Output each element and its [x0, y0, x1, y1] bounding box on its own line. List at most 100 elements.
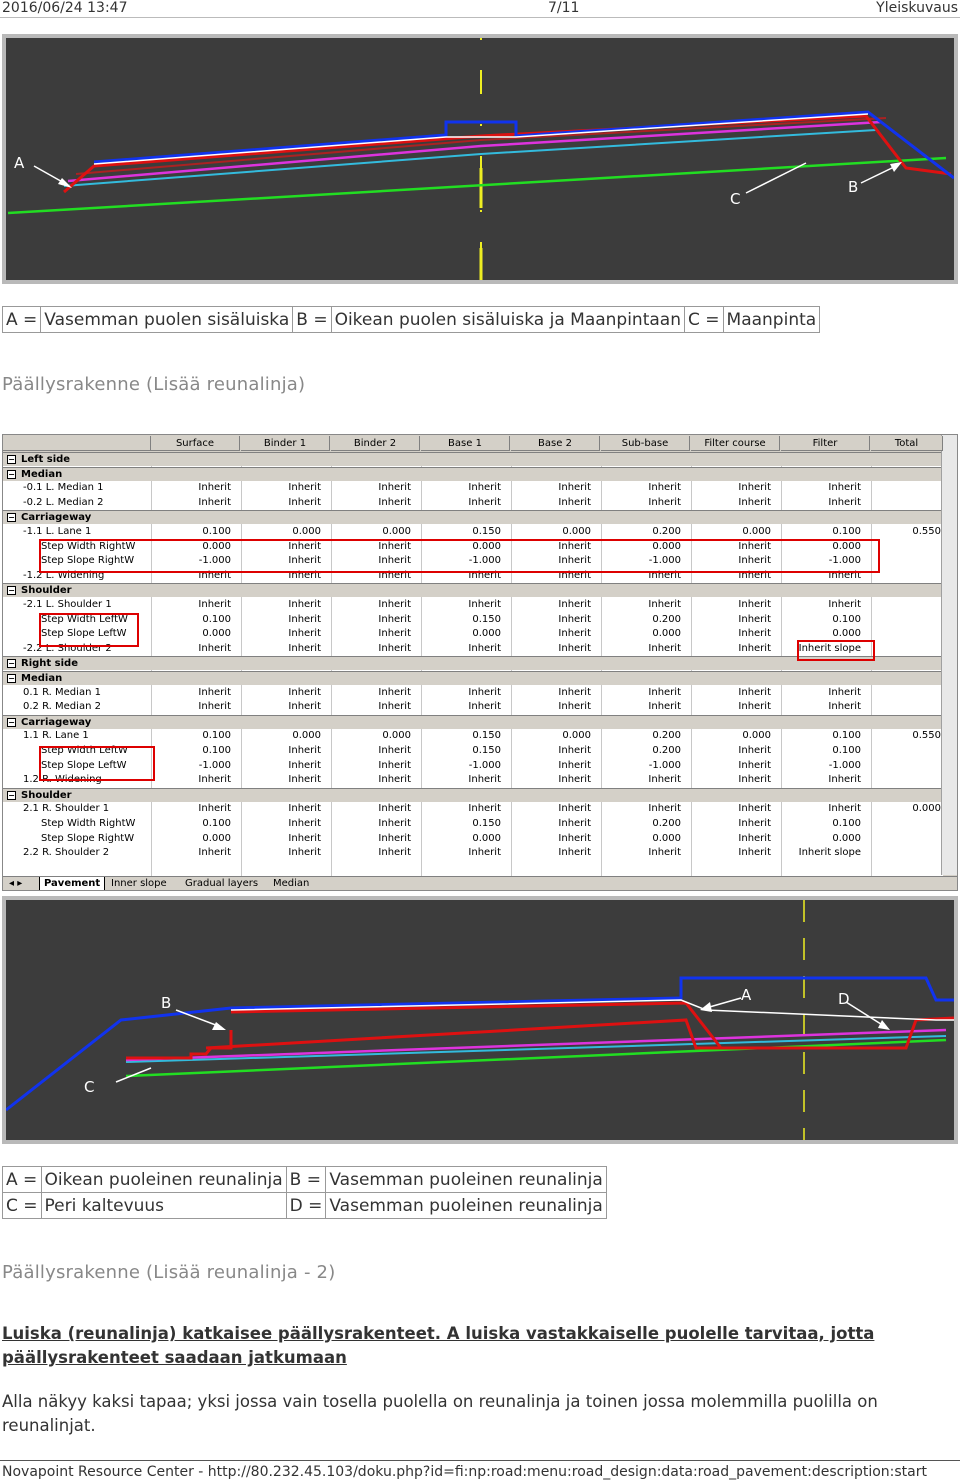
grid-cell[interactable]: Inherit: [513, 759, 591, 773]
grid-cell[interactable]: Inherit: [603, 700, 681, 714]
grid-cell[interactable]: 0.000: [243, 729, 321, 743]
grid-cell[interactable]: Inherit: [513, 496, 591, 510]
grid-cell[interactable]: 0.000: [783, 627, 861, 641]
collapse-toggle-icon[interactable]: −: [7, 455, 16, 464]
grid-cell[interactable]: 0.100: [153, 525, 231, 539]
grid-cell[interactable]: Inherit: [423, 598, 501, 612]
grid-cell[interactable]: Inherit: [513, 642, 591, 656]
grid-cell[interactable]: Inherit: [513, 744, 591, 758]
grid-data-row[interactable]: -0.2 L. Median 2 Inherit Inherit Inherit Inh…: [3, 496, 943, 510]
grid-data-row[interactable]: Step Slope RightW 0.000 Inherit Inherit 0.00…: [3, 832, 943, 846]
grid-cell[interactable]: Inherit: [513, 700, 591, 714]
grid-cell[interactable]: Inherit: [243, 759, 321, 773]
collapse-toggle-icon[interactable]: −: [7, 586, 16, 595]
grid-cell[interactable]: -1.000: [603, 759, 681, 773]
grid-column-header[interactable]: Base 2: [511, 436, 600, 451]
grid-data-row[interactable]: Step Width RightW 0.100 Inherit Inherit 0.15…: [3, 817, 943, 831]
grid-cell[interactable]: 0.100: [783, 613, 861, 627]
grid-cell[interactable]: Inherit: [243, 817, 321, 831]
grid-cell[interactable]: Inherit: [153, 481, 231, 495]
grid-group-row[interactable]: − Carriageway: [3, 510, 943, 524]
grid-cell[interactable]: Inherit: [243, 700, 321, 714]
grid-cell[interactable]: Inherit: [333, 613, 411, 627]
grid-cell[interactable]: Inherit: [693, 686, 771, 700]
grid-data-row[interactable]: 0.2 R. Median 2 Inherit Inherit Inherit Inhe…: [3, 700, 943, 714]
grid-cell[interactable]: Inherit: [693, 481, 771, 495]
grid-cell[interactable]: 0.000: [873, 802, 941, 816]
grid-cell[interactable]: Inherit: [423, 846, 501, 860]
grid-cell[interactable]: 0.150: [423, 525, 501, 539]
grid-cell[interactable]: Inherit: [693, 773, 771, 787]
grid-cell[interactable]: Inherit: [513, 686, 591, 700]
tab-inner-slope[interactable]: Inner slope: [107, 877, 171, 890]
grid-cell[interactable]: 0.000: [513, 729, 591, 743]
grid-cell[interactable]: Inherit: [603, 598, 681, 612]
grid-data-row[interactable]: -1.1 L. Lane 1 0.100 0.000 0.000 0.150 0.000 0…: [3, 525, 943, 539]
grid-cell[interactable]: 0.100: [783, 729, 861, 743]
grid-cell[interactable]: 0.000: [693, 729, 771, 743]
grid-column-header[interactable]: Filter: [781, 436, 870, 451]
grid-cell[interactable]: Inherit: [513, 817, 591, 831]
grid-cell[interactable]: Inherit: [423, 481, 501, 495]
grid-cell[interactable]: Inherit: [243, 846, 321, 860]
grid-cell[interactable]: Inherit: [693, 802, 771, 816]
grid-cell[interactable]: 0.200: [603, 744, 681, 758]
grid-cell[interactable]: Inherit: [603, 686, 681, 700]
grid-cell[interactable]: Inherit: [243, 802, 321, 816]
grid-cell[interactable]: 0.200: [603, 817, 681, 831]
grid-column-header[interactable]: Binder 2: [331, 436, 420, 451]
grid-data-row[interactable]: 2.2 R. Shoulder 2 Inherit Inherit Inherit In…: [3, 846, 943, 860]
grid-group-row[interactable]: − Median: [3, 671, 943, 685]
grid-data-row[interactable]: 0.1 R. Median 1 Inherit Inherit Inherit Inhe…: [3, 686, 943, 700]
grid-cell[interactable]: Inherit: [333, 496, 411, 510]
grid-cell[interactable]: Inherit: [333, 642, 411, 656]
grid-group-row[interactable]: − Shoulder: [3, 788, 943, 802]
grid-cell[interactable]: Inherit: [243, 642, 321, 656]
grid-cell[interactable]: Inherit: [693, 832, 771, 846]
grid-cell[interactable]: Inherit: [333, 686, 411, 700]
grid-cell[interactable]: 0.200: [603, 525, 681, 539]
grid-data-row[interactable]: 2.1 R. Shoulder 1 Inherit Inherit Inherit In…: [3, 802, 943, 816]
grid-cell[interactable]: Inherit: [243, 613, 321, 627]
grid-cell[interactable]: Inherit: [693, 627, 771, 641]
collapse-toggle-icon[interactable]: −: [7, 718, 16, 727]
grid-cell[interactable]: Inherit: [243, 773, 321, 787]
grid-cell[interactable]: Inherit slope: [783, 846, 861, 860]
grid-cell[interactable]: 0.100: [153, 729, 231, 743]
grid-data-row[interactable]: Step Slope LeftW 0.000 Inherit Inherit 0.000…: [3, 627, 943, 641]
grid-cell[interactable]: 0.100: [783, 817, 861, 831]
grid-cell[interactable]: Inherit: [423, 496, 501, 510]
grid-cell[interactable]: Inherit: [513, 598, 591, 612]
vertical-scrollbar[interactable]: [941, 435, 957, 875]
grid-cell[interactable]: Inherit: [243, 744, 321, 758]
grid-cell[interactable]: Inherit: [603, 481, 681, 495]
grid-cell[interactable]: Inherit: [333, 481, 411, 495]
grid-cell[interactable]: Inherit: [603, 496, 681, 510]
grid-cell[interactable]: Inherit: [153, 642, 231, 656]
grid-cell[interactable]: Inherit: [783, 802, 861, 816]
grid-cell[interactable]: Inherit: [153, 846, 231, 860]
grid-cell[interactable]: 0.000: [423, 832, 501, 846]
grid-cell[interactable]: Inherit: [153, 598, 231, 612]
grid-cell[interactable]: Inherit: [693, 846, 771, 860]
grid-cell[interactable]: 0.000: [423, 627, 501, 641]
grid-cell[interactable]: Inherit: [333, 627, 411, 641]
grid-cell[interactable]: Inherit: [333, 846, 411, 860]
grid-cell[interactable]: Inherit: [333, 832, 411, 846]
grid-cell[interactable]: Inherit: [783, 686, 861, 700]
grid-cell[interactable]: Inherit: [693, 642, 771, 656]
grid-cell[interactable]: 0.100: [783, 744, 861, 758]
grid-data-row[interactable]: -0.1 L. Median 1 Inherit Inherit Inherit Inh…: [3, 481, 943, 495]
grid-cell[interactable]: 0.550: [873, 525, 941, 539]
grid-cell[interactable]: 0.150: [423, 613, 501, 627]
grid-cell[interactable]: 0.000: [333, 729, 411, 743]
grid-cell[interactable]: Inherit: [333, 744, 411, 758]
grid-cell[interactable]: Inherit: [243, 832, 321, 846]
grid-cell[interactable]: Inherit: [513, 802, 591, 816]
grid-column-header[interactable]: Binder 1: [241, 436, 330, 451]
grid-cell[interactable]: Inherit: [333, 700, 411, 714]
grid-cell[interactable]: Inherit: [693, 759, 771, 773]
grid-cell[interactable]: 0.000: [153, 832, 231, 846]
grid-cell[interactable]: 0.100: [153, 613, 231, 627]
tab-pavement[interactable]: Pavement: [39, 877, 106, 890]
